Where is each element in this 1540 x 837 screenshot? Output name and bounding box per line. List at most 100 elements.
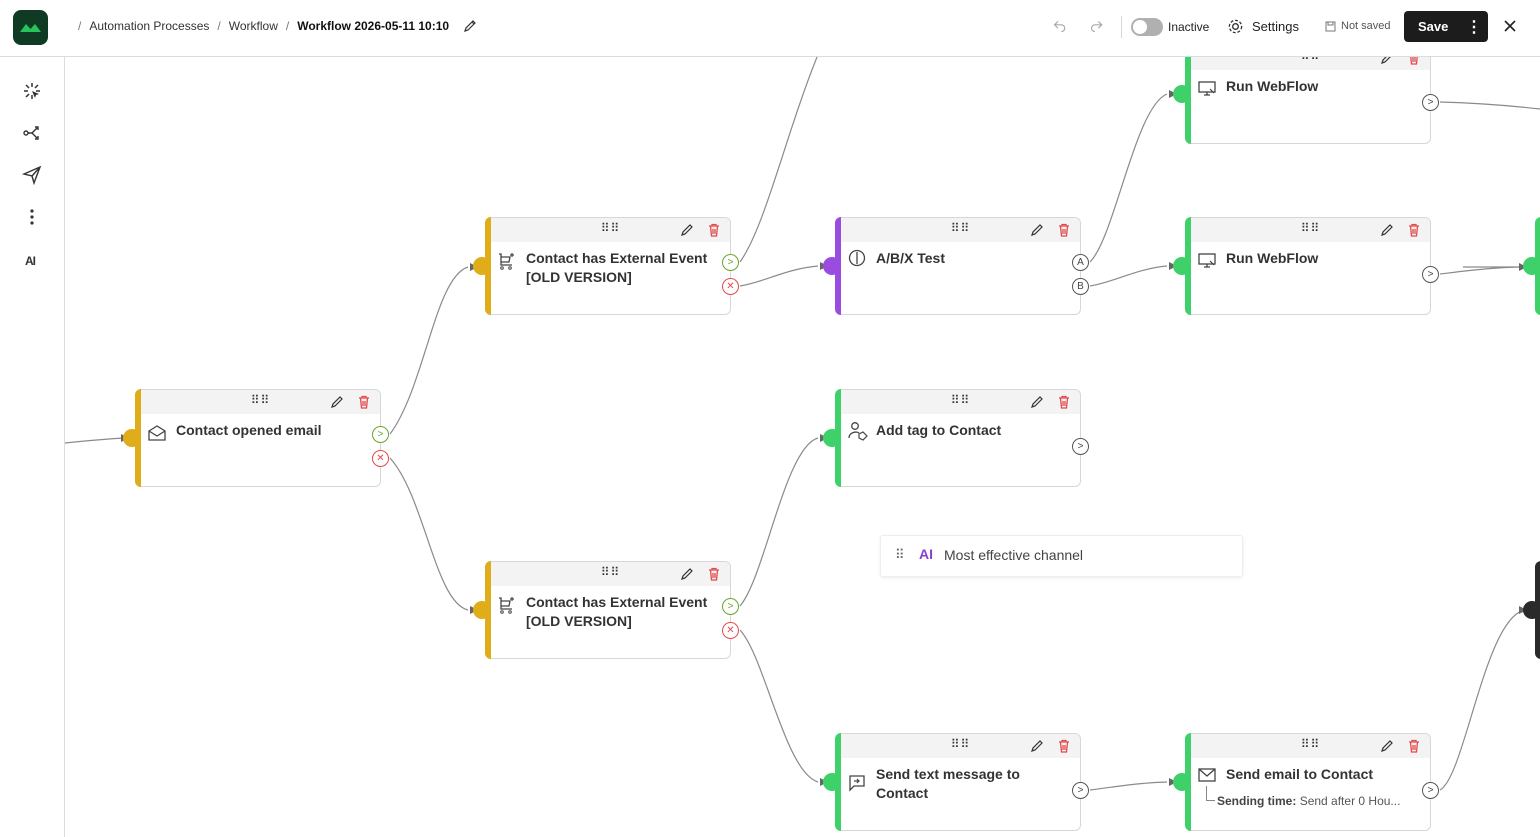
- sending-time: Sending time: Send after 0 Hou...: [1217, 794, 1400, 808]
- next-port[interactable]: >: [1422, 94, 1439, 111]
- drag-handle-icon[interactable]: ⠿⠿: [1301, 57, 1321, 63]
- edit-pencil-icon[interactable]: [680, 567, 694, 581]
- success-port[interactable]: >: [722, 254, 739, 271]
- redo-icon[interactable]: [1089, 18, 1105, 34]
- node-ab-test[interactable]: ⠿⠿ A/B/X Test: [835, 217, 1081, 315]
- input-port[interactable]: [473, 601, 491, 619]
- delete-trash-icon[interactable]: [1407, 57, 1421, 65]
- more-vertical-icon[interactable]: [22, 207, 42, 227]
- node-header: ⠿⠿: [841, 218, 1080, 242]
- node-header: ⠿⠿: [141, 390, 380, 414]
- success-port[interactable]: >: [722, 598, 739, 615]
- failure-port[interactable]: ✕: [722, 622, 739, 639]
- save-button[interactable]: Save ⋮: [1404, 11, 1488, 42]
- delete-trash-icon[interactable]: [1057, 739, 1071, 753]
- cart-event-icon: [499, 597, 514, 614]
- save-options-icon[interactable]: ⋮: [1466, 17, 1482, 37]
- edit-pencil-icon[interactable]: [1380, 223, 1394, 237]
- delete-trash-icon[interactable]: [1407, 223, 1421, 237]
- drag-handle-icon[interactable]: ⠿⠿: [601, 221, 621, 235]
- breadcrumb-automation-processes[interactable]: Automation Processes: [89, 19, 209, 33]
- delete-trash-icon[interactable]: [1057, 395, 1071, 409]
- tree-connector: [1206, 786, 1215, 801]
- drag-handle-icon[interactable]: ⠿⠿: [951, 221, 971, 235]
- node-send-email[interactable]: ⠿⠿ Send email to Contact Sending time: S…: [1185, 733, 1431, 831]
- edit-pencil-icon[interactable]: [680, 223, 694, 237]
- delete-trash-icon[interactable]: [707, 567, 721, 581]
- node-run-webflow-2[interactable]: ⠿⠿ Run WebFlow: [1185, 217, 1431, 315]
- success-port[interactable]: >: [372, 426, 389, 443]
- sms-icon: [849, 775, 865, 792]
- ai-badge: AI: [919, 546, 933, 562]
- input-port[interactable]: [473, 257, 491, 275]
- undo-icon[interactable]: [1052, 18, 1068, 34]
- left-toolbar: AI: [0, 57, 65, 837]
- delete-trash-icon[interactable]: [1407, 739, 1421, 753]
- edit-pencil-icon[interactable]: [1030, 395, 1044, 409]
- node-external-event-2[interactable]: ⠿⠿ Contact has External Event [OLD VERSI…: [485, 561, 731, 659]
- status-label: Inactive: [1168, 20, 1210, 34]
- variant-a-port[interactable]: A: [1072, 254, 1089, 271]
- close-icon[interactable]: [1503, 19, 1517, 33]
- breadcrumb: / Automation Processes / Workflow / Work…: [78, 19, 477, 33]
- failure-port[interactable]: ✕: [372, 450, 389, 467]
- input-port[interactable]: [1523, 601, 1540, 619]
- failure-port[interactable]: ✕: [722, 278, 739, 295]
- ai-assistant-button[interactable]: AI: [25, 254, 36, 268]
- delete-trash-icon[interactable]: [707, 223, 721, 237]
- node-header: ⠿⠿: [841, 390, 1080, 414]
- drag-handle-icon[interactable]: ⠿⠿: [951, 737, 971, 751]
- send-icon[interactable]: [22, 165, 42, 185]
- variant-b-port[interactable]: B: [1072, 278, 1089, 295]
- node-add-tag[interactable]: ⠿⠿ Add tag to Contact: [835, 389, 1081, 487]
- input-port[interactable]: [823, 257, 841, 275]
- input-port[interactable]: [1523, 257, 1540, 275]
- drag-handle-icon[interactable]: ⠿⠿: [251, 393, 271, 407]
- delete-trash-icon[interactable]: [357, 395, 371, 409]
- breadcrumb-workflow[interactable]: Workflow: [229, 19, 278, 33]
- input-port[interactable]: [1173, 773, 1191, 791]
- settings-button[interactable]: Settings: [1252, 19, 1299, 34]
- rename-pencil-icon[interactable]: [463, 19, 477, 33]
- drag-handle-icon[interactable]: ⠿⠿: [1301, 737, 1321, 751]
- active-toggle[interactable]: [1131, 18, 1163, 36]
- node-run-webflow-1[interactable]: ⠿⠿ Run WebFlow: [1185, 57, 1431, 144]
- next-port[interactable]: >: [1422, 266, 1439, 283]
- next-port[interactable]: >: [1422, 782, 1439, 799]
- floppy-icon: [1325, 21, 1336, 32]
- edit-pencil-icon[interactable]: [1030, 739, 1044, 753]
- node-title: Contact has External Event [OLD VERSION]: [526, 594, 708, 629]
- node-title: Run WebFlow: [1226, 250, 1319, 266]
- next-port[interactable]: >: [1072, 438, 1089, 455]
- workflow-canvas[interactable]: ⠿⠿ Contact opened email > ✕ ⠿⠿ Contact h…: [65, 57, 1540, 837]
- edit-pencil-icon[interactable]: [1380, 739, 1394, 753]
- input-port[interactable]: [123, 429, 141, 447]
- sparkle-cursor-icon[interactable]: [22, 81, 42, 101]
- drag-handle-icon[interactable]: ⠿⠿: [1301, 221, 1321, 235]
- edit-pencil-icon[interactable]: [330, 395, 344, 409]
- drag-handle-icon[interactable]: ⠿: [895, 547, 905, 563]
- input-port[interactable]: [1173, 257, 1191, 275]
- input-port[interactable]: [823, 773, 841, 791]
- gear-icon[interactable]: [1227, 18, 1244, 35]
- next-port[interactable]: >: [1072, 782, 1089, 799]
- node-header: ⠿⠿: [491, 562, 730, 586]
- webflow-icon: [1198, 253, 1216, 268]
- input-port[interactable]: [1173, 85, 1191, 103]
- branch-icon[interactable]: [22, 123, 42, 143]
- drag-handle-icon[interactable]: ⠿⠿: [951, 393, 971, 407]
- save-button-label: Save: [1418, 19, 1449, 34]
- edit-pencil-icon[interactable]: [1380, 57, 1394, 65]
- drag-handle-icon[interactable]: ⠿⠿: [601, 565, 621, 579]
- node-header: ⠿⠿: [1191, 218, 1430, 242]
- node-contact-opened-email[interactable]: ⠿⠿ Contact opened email: [135, 389, 381, 487]
- node-title: A/B/X Test: [876, 250, 945, 266]
- breadcrumb-separator: /: [217, 19, 221, 33]
- input-port[interactable]: [823, 429, 841, 447]
- node-external-event-1[interactable]: ⠿⠿ Contact has External Event [OLD VERSI…: [485, 217, 731, 315]
- app-logo[interactable]: [13, 10, 48, 45]
- delete-trash-icon[interactable]: [1057, 223, 1071, 237]
- edit-pencil-icon[interactable]: [1030, 223, 1044, 237]
- node-send-sms[interactable]: ⠿⠿ Send text message to Contact: [835, 733, 1081, 831]
- ai-suggestion-card[interactable]: ⠿ AI Most effective channel: [880, 535, 1243, 577]
